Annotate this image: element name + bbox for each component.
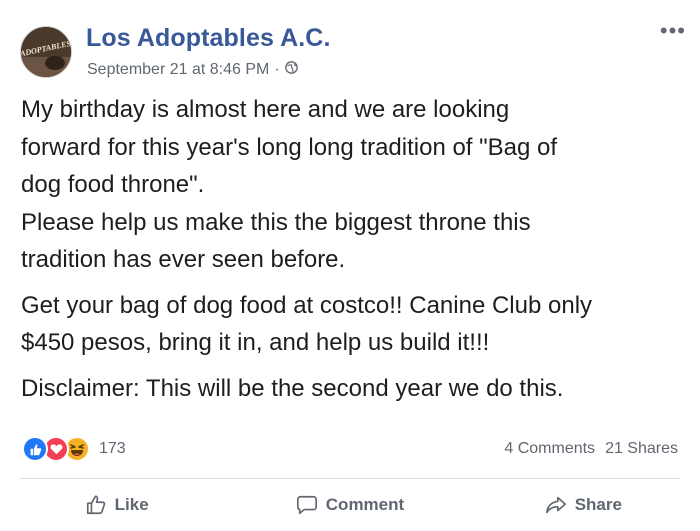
comment-label: Comment [325,495,405,514]
post-actions: Like Comment Share [0,480,700,530]
disclaimer-line: Disclaimer: This will be the second year… [21,374,564,402]
thumbs-up-icon [85,494,107,516]
body-line: Please help us make this the biggest thr… [21,208,531,236]
page-name-link[interactable]: Los Adoptables A.C. [86,24,331,53]
body-line: tradition has ever seen before. [21,246,346,273]
like-icon [22,436,48,462]
body-line: Get your bag of dog food at costco!! Can… [21,291,593,319]
adoptables-logo: ADOPTABLES [21,27,71,77]
divider [20,478,680,479]
share-arrow-icon [545,494,567,516]
like-button[interactable]: Like [0,480,233,530]
comments-count-link[interactable]: 4 Comments [504,440,595,458]
meta-separator: · [274,61,280,78]
post-stats: 4 Comments 21 Shares [504,440,678,458]
reaction-count: 173 [99,440,126,457]
body-line: dog food throne". [21,171,205,198]
body-line: forward for this year's long long tradit… [21,133,558,161]
post-timestamp[interactable]: September 21 at 8:46 PM [87,61,269,79]
page-avatar[interactable]: ADOPTABLES [20,26,72,78]
comment-button[interactable]: Comment [233,480,466,530]
share-button[interactable]: Share [467,480,700,530]
share-label: Share [574,495,622,514]
post-meta: September 21 at 8:46 PM · [87,61,298,79]
more-options-button[interactable]: ••• [660,18,686,44]
post-body: My birthday is almost here and we are lo… [21,91,686,407]
shares-count-link[interactable]: 21 Shares [605,440,678,458]
comment-icon [296,494,318,516]
reactions-summary[interactable]: 173 [22,436,126,462]
facebook-post: ADOPTABLES Los Adoptables A.C. September… [0,0,700,531]
globe-icon[interactable] [284,61,298,79]
body-line: $450 pesos, bring it in, and help us bui… [21,329,490,356]
like-label: Like [114,495,149,514]
body-line: My birthday is almost here and we are lo… [21,96,510,123]
